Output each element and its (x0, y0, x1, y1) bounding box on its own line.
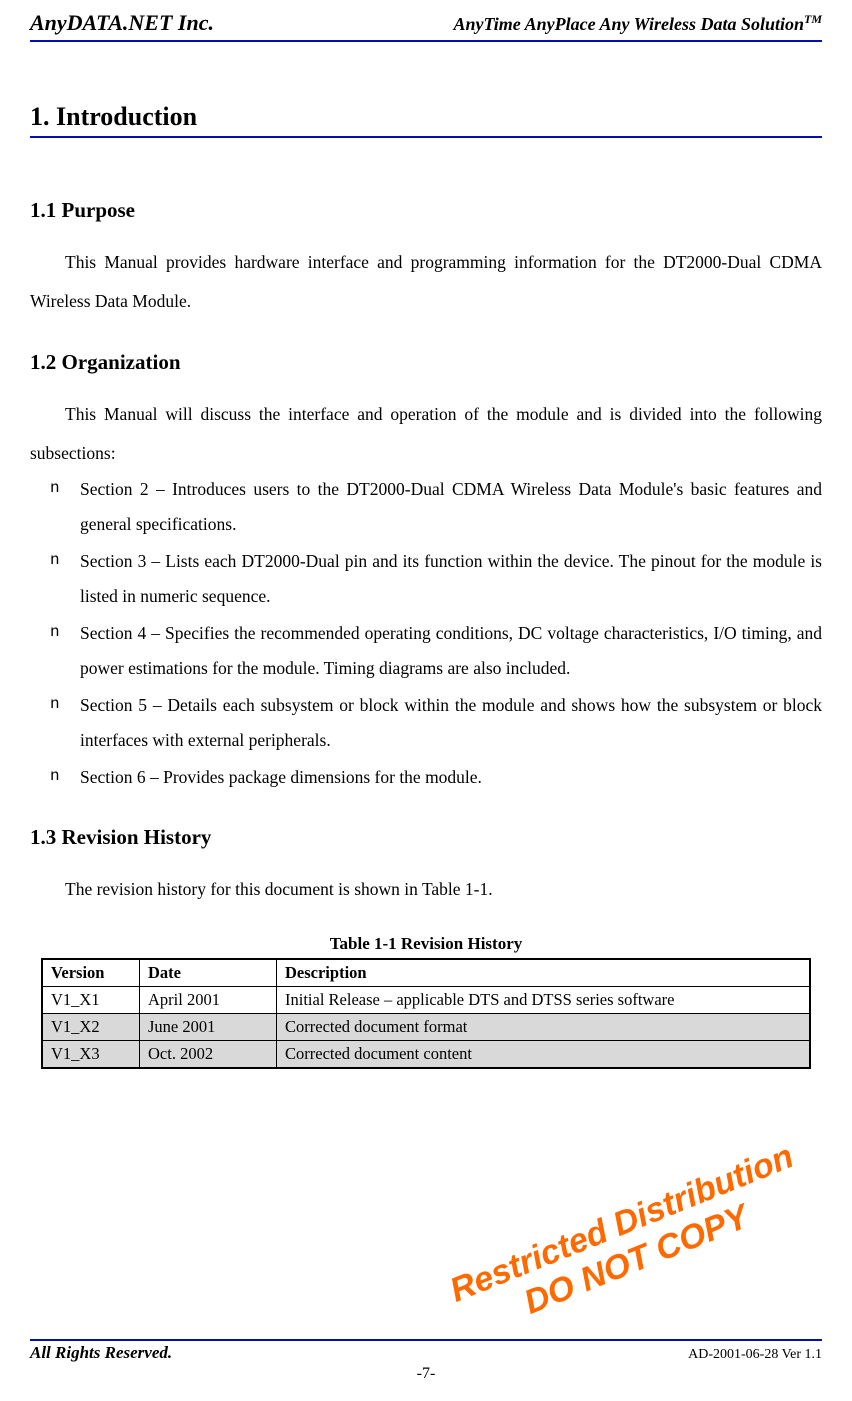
footer-left: All Rights Reserved. (30, 1343, 172, 1363)
bullet-item: Section 6 – Provides package dimensions … (80, 760, 822, 795)
watermark: Restricted Distribution DO NOT COPY (444, 1137, 813, 1347)
cell-version: V1_X1 (42, 986, 140, 1013)
watermark-line-1: Restricted Distribution (444, 1137, 798, 1311)
bullet-item: Section 2 – Introduces users to the DT20… (80, 472, 822, 542)
revision-history-table: Version Date Description V1_X1 April 200… (41, 958, 811, 1069)
bullet-item: Section 4 – Specifies the recommended op… (80, 616, 822, 686)
table-row: V1_X1 April 2001 Initial Release – appli… (42, 986, 810, 1013)
col-version: Version (42, 959, 140, 987)
table-row: V1_X2 June 2001 Corrected document forma… (42, 1013, 810, 1040)
heading-1-3: 1.3 Revision History (30, 825, 822, 850)
page-header: AnyDATA.NET Inc. AnyTime AnyPlace Any Wi… (30, 10, 822, 38)
cell-version: V1_X3 (42, 1040, 140, 1068)
para-1-3: The revision history for this document i… (30, 870, 822, 909)
footer-row: All Rights Reserved. AD-2001-06-28 Ver 1… (30, 1343, 822, 1363)
para-1-2: This Manual will discuss the interface a… (30, 395, 822, 472)
footer-right: AD-2001-06-28 Ver 1.1 (688, 1347, 822, 1363)
section-1-title: 1. Introduction (30, 102, 822, 132)
header-tm: TM (804, 12, 822, 26)
col-description: Description (277, 959, 811, 987)
page-footer: All Rights Reserved. AD-2001-06-28 Ver 1… (30, 1339, 822, 1383)
header-company: AnyDATA.NET Inc. (30, 10, 214, 36)
para-1-1: This Manual provides hardware interface … (30, 243, 822, 320)
header-tagline: AnyTime AnyPlace Any Wireless Data Solut… (453, 12, 822, 35)
heading-1-2: 1.2 Organization (30, 350, 822, 375)
header-rule (30, 40, 822, 42)
cell-date: April 2001 (140, 986, 277, 1013)
watermark-line-2: DO NOT COPY (459, 1173, 813, 1347)
bullet-item: Section 5 – Details each subsystem or bl… (80, 688, 822, 758)
header-tagline-text: AnyTime AnyPlace Any Wireless Data Solut… (453, 14, 804, 34)
document-page: AnyDATA.NET Inc. AnyTime AnyPlace Any Wi… (0, 0, 852, 1401)
footer-rule (30, 1339, 822, 1341)
table-header-row: Version Date Description (42, 959, 810, 987)
cell-desc: Corrected document content (277, 1040, 811, 1068)
section-1-underline (30, 136, 822, 138)
heading-1-1: 1.1 Purpose (30, 198, 822, 223)
col-date: Date (140, 959, 277, 987)
cell-date: Oct. 2002 (140, 1040, 277, 1068)
cell-date: June 2001 (140, 1013, 277, 1040)
cell-desc: Initial Release – applicable DTS and DTS… (277, 986, 811, 1013)
table-1-1-caption: Table 1-1 Revision History (30, 934, 822, 954)
cell-version: V1_X2 (42, 1013, 140, 1040)
footer-page-number: -7- (30, 1365, 822, 1383)
bullet-list-1-2: Section 2 – Introduces users to the DT20… (30, 472, 822, 795)
cell-desc: Corrected document format (277, 1013, 811, 1040)
table-row: V1_X3 Oct. 2002 Corrected document conte… (42, 1040, 810, 1068)
bullet-item: Section 3 – Lists each DT2000-Dual pin a… (80, 544, 822, 614)
